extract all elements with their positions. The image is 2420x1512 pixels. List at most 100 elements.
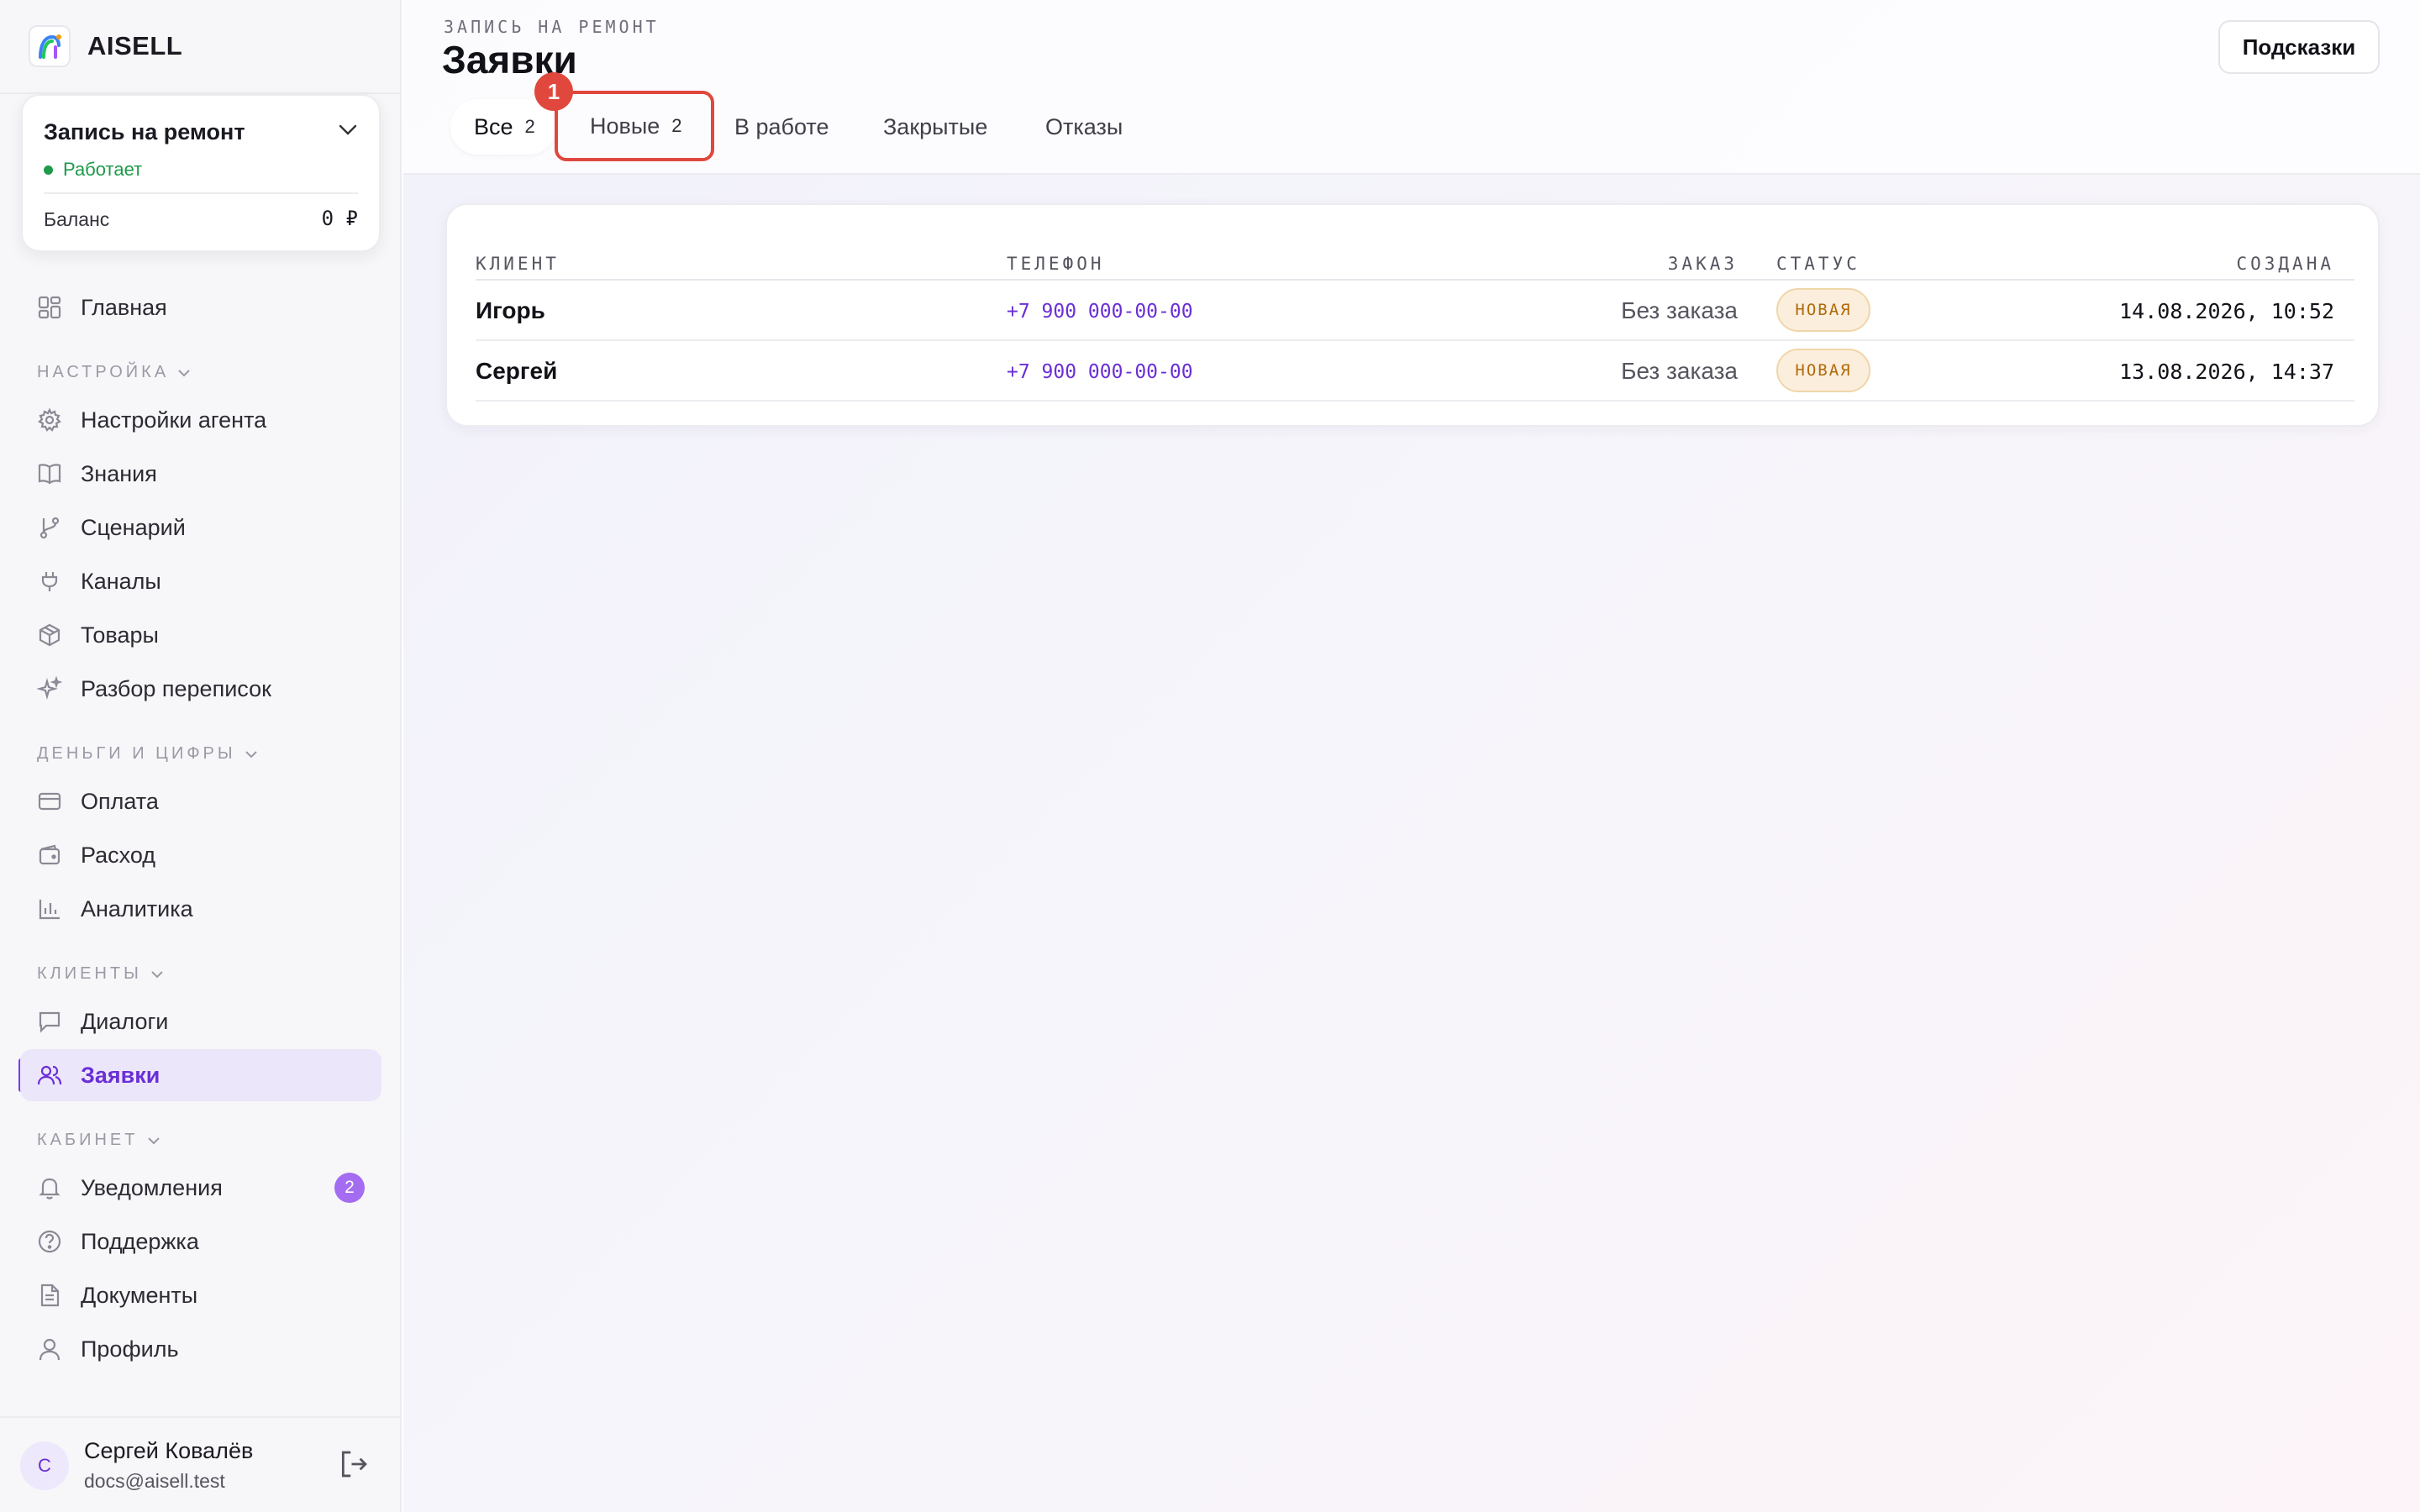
section-label: НАСТРОЙКА [37, 363, 170, 381]
column-header-status: СТАТУС [1776, 254, 1860, 274]
nav-item-payment[interactable]: Оплата [20, 775, 381, 827]
brand[interactable]: AISELL [29, 25, 182, 67]
nav-item-label: Уведомления [81, 1174, 223, 1200]
bell-icon [35, 1173, 64, 1202]
nav-section-money[interactable]: ДЕНЬГИ И ЦИФРЫ [37, 744, 258, 764]
nav-item-channels[interactable]: Каналы [20, 555, 381, 607]
agent-selector[interactable]: Запись на ремонт Работает Баланс 0 ₽ [21, 94, 381, 252]
column-header-phone: ТЕЛЕФОН [1007, 254, 1105, 274]
nav-item-label: Документы [81, 1282, 198, 1308]
sidebar: AISELL Запись на ремонт Работает Баланс … [0, 0, 402, 1512]
chevron-down-icon [147, 1137, 160, 1144]
tab-in-progress[interactable]: В работе [734, 99, 829, 155]
nav-item-products[interactable]: Товары [20, 609, 381, 661]
nav-item-label: Расход [81, 842, 156, 868]
user-divider [0, 1416, 402, 1418]
row-divider [476, 400, 2354, 402]
message-square-icon [35, 1007, 64, 1036]
avatar[interactable]: С [20, 1441, 69, 1490]
tab-new[interactable]: Новые 2 [555, 91, 714, 161]
nav-item-home[interactable]: Главная [20, 281, 381, 333]
column-header-client: КЛИЕНТ [476, 254, 560, 274]
tab-all[interactable]: Все 2 [450, 99, 556, 155]
nav-item-documents[interactable]: Документы [20, 1269, 381, 1321]
dashboard-icon [35, 293, 64, 322]
cell-created: 13.08.2026, 14:37 [2119, 360, 2334, 384]
nav-item-scenario[interactable]: Сценарий [20, 501, 381, 554]
main-content: ЗАПИСЬ НА РЕМОНТ Заявки Подсказки Все 2 … [403, 0, 2420, 1512]
agent-divider [44, 192, 358, 194]
nav-item-label: Сценарий [81, 514, 186, 540]
book-icon [35, 459, 64, 488]
sparkles-icon [35, 675, 64, 703]
agent-name: Запись на ремонт [44, 119, 245, 144]
tab-label: Все [474, 113, 513, 139]
page-header: ЗАПИСЬ НА РЕМОНТ Заявки Подсказки Все 2 … [403, 0, 2420, 175]
help-circle-icon [35, 1227, 64, 1256]
nav-item-profile[interactable]: Профиль [20, 1323, 381, 1375]
nav-item-analytics[interactable]: Аналитика [20, 883, 381, 935]
bar-chart-icon [35, 895, 64, 923]
nav-item-requests[interactable]: Заявки [20, 1049, 381, 1101]
git-branch-icon [35, 513, 64, 542]
tab-refused[interactable]: Отказы [1045, 99, 1123, 155]
cell-created: 14.08.2026, 10:52 [2119, 299, 2334, 323]
cell-order: Без заказа [1621, 358, 1738, 384]
balance-label: Баланс [44, 208, 110, 230]
cell-client[interactable]: Игорь [476, 297, 545, 324]
hints-button[interactable]: Подсказки [2218, 20, 2380, 74]
nav-section-clients[interactable]: КЛИЕНТЫ [37, 964, 164, 984]
chevron-down-icon [151, 970, 163, 978]
nav-item-support[interactable]: Поддержка [20, 1215, 381, 1268]
requests-table: КЛИЕНТ ТЕЛЕФОН ЗАКАЗ СТАТУС СОЗДАНА Игор… [445, 203, 2380, 427]
nav-item-label: Товары [81, 622, 159, 648]
cell-order: Без заказа [1621, 297, 1738, 323]
nav-item-agent-settings[interactable]: Настройки агента [20, 394, 381, 446]
nav-item-label: Поддержка [81, 1228, 199, 1254]
nav-item-knowledge[interactable]: Знания [20, 448, 381, 500]
row-divider [476, 339, 2354, 341]
nav-item-label: Заявки [81, 1062, 160, 1088]
nav-item-label: Разбор переписок [81, 675, 271, 701]
chevron-down-icon [245, 750, 257, 758]
nav-item-dialogs[interactable]: Диалоги [20, 995, 381, 1047]
notifications-badge: 2 [334, 1173, 365, 1203]
step-marker: 1 [534, 72, 573, 111]
gear-icon [35, 406, 64, 434]
tab-closed[interactable]: Закрытые [883, 99, 987, 155]
nav-section-cabinet[interactable]: КАБИНЕТ [37, 1131, 160, 1150]
breadcrumb[interactable]: ЗАПИСЬ НА РЕМОНТ [444, 17, 660, 37]
column-header-order: ЗАКАЗ [1667, 254, 1738, 274]
agent-status-label: Работает [63, 159, 143, 180]
file-text-icon [35, 1281, 64, 1310]
section-label: КАБИНЕТ [37, 1131, 139, 1149]
nav-item-label: Каналы [81, 568, 161, 594]
cell-phone[interactable]: +7 900 000-00-00 [1007, 301, 1193, 323]
plug-icon [35, 567, 64, 596]
tab-label: Новые [590, 113, 660, 139]
section-label: ДЕНЬГИ И ЦИФРЫ [37, 744, 236, 763]
section-label: КЛИЕНТЫ [37, 964, 142, 983]
wallet-icon [35, 841, 64, 869]
status-badge: НОВАЯ [1776, 349, 1870, 392]
nav-item-label: Аналитика [81, 895, 193, 921]
nav-item-notifications[interactable]: Уведомления 2 [20, 1162, 381, 1214]
nav-item-chat-analysis[interactable]: Разбор переписок [20, 663, 381, 715]
logout-icon[interactable] [338, 1448, 370, 1484]
nav-section-settings[interactable]: НАСТРОЙКА [37, 363, 191, 382]
status-badge: НОВАЯ [1776, 288, 1870, 332]
chevron-down-icon[interactable] [339, 124, 357, 140]
tab-label: В работе [734, 113, 829, 139]
cell-phone[interactable]: +7 900 000-00-00 [1007, 361, 1193, 383]
tab-label: Закрытые [883, 113, 988, 139]
nav-item-expenses[interactable]: Расход [20, 829, 381, 881]
tab-label: Отказы [1045, 113, 1123, 139]
aisell-logo-icon [29, 25, 71, 67]
nav-item-label: Знания [81, 460, 157, 486]
brand-name: AISELL [87, 31, 183, 60]
user-email: docs@aisell.test [84, 1470, 225, 1492]
column-header-created: СОЗДАНА [2236, 254, 2334, 274]
cell-client[interactable]: Сергей [476, 358, 557, 385]
header-divider [476, 279, 2354, 281]
user-name: Сергей Ковалёв [84, 1438, 254, 1463]
